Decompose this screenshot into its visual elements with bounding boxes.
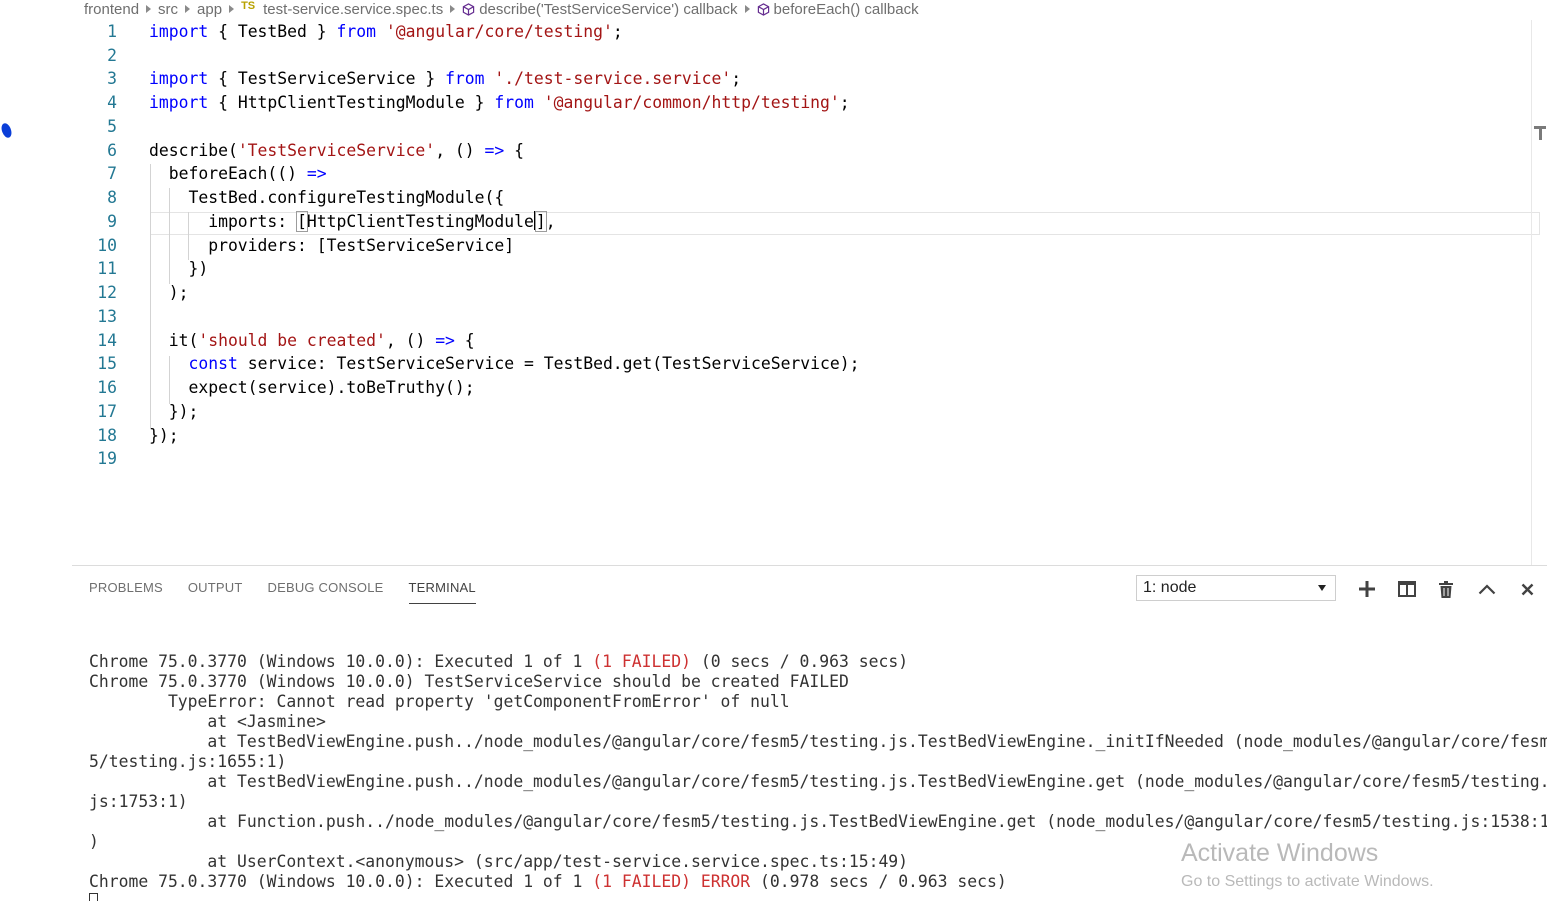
line-number: 3 xyxy=(107,69,117,88)
breadcrumb-item-describe[interactable]: describe('TestServiceService') callback xyxy=(462,0,738,18)
kill-terminal-button[interactable] xyxy=(1435,578,1457,600)
line-number: 13 xyxy=(97,307,117,326)
terminal-line: at Function.push../node_modules/@angular… xyxy=(89,812,1547,831)
maximize-panel-button[interactable] xyxy=(1476,578,1498,600)
terminal-line: at TestBedViewEngine.push../node_modules… xyxy=(89,772,1547,791)
code-line-10: 10 providers: [TestServiceService] xyxy=(72,234,1532,258)
line-number: 5 xyxy=(107,117,117,136)
code-line-9: 9 imports: [HttpClientTestingModule], xyxy=(72,210,1532,234)
trash-icon xyxy=(1439,580,1453,598)
chevron-right-icon xyxy=(744,5,750,13)
code-line-4: 4 import { HttpClientTestingModule } from… xyxy=(72,91,1532,115)
chevron-right-icon xyxy=(229,5,235,13)
method-cube-icon xyxy=(757,2,769,16)
line-number: 2 xyxy=(107,46,117,65)
line-number: 17 xyxy=(97,402,117,421)
code-line-12: 12 ); xyxy=(72,281,1532,305)
line-number: 18 xyxy=(97,426,117,445)
line-number: 12 xyxy=(97,283,117,302)
split-terminal-button[interactable] xyxy=(1396,578,1418,600)
code-line-2: 2 xyxy=(72,44,1532,68)
terminal-line: Chrome 75.0.3770 (Windows 10.0.0): Execu… xyxy=(89,652,909,671)
panel-tabs: PROBLEMS OUTPUT DEBUG CONSOLE TERMINAL xyxy=(89,578,476,604)
line-number: 4 xyxy=(107,93,117,112)
line-number: 8 xyxy=(107,188,117,207)
bracket-match: [ xyxy=(296,211,308,232)
chevron-right-icon xyxy=(185,5,191,13)
terminal-prompt-line xyxy=(89,892,1529,901)
overview-ruler[interactable] xyxy=(1531,20,1547,565)
tab-output[interactable]: OUTPUT xyxy=(188,578,243,604)
terminal-line: at <Jasmine> xyxy=(89,712,326,731)
split-icon xyxy=(1398,581,1416,597)
close-icon xyxy=(1521,583,1533,595)
code-line-11: 11 }) xyxy=(72,257,1532,281)
line-number: 10 xyxy=(97,236,117,255)
terminal-line: at TestBedViewEngine.push../node_modules… xyxy=(89,732,1547,751)
tab-problems[interactable]: PROBLEMS xyxy=(89,578,163,604)
breadcrumb-symbol-label: beforeEach() callback xyxy=(773,0,919,18)
breadcrumb-item-beforeeach[interactable]: beforeEach() callback xyxy=(757,1,919,18)
breadcrumb-symbol-label: describe('TestServiceService') callback xyxy=(479,0,738,18)
terminal-select-value: 1: node xyxy=(1143,579,1197,596)
code-line-17: 17 }); xyxy=(72,400,1532,424)
line-number: 15 xyxy=(97,354,117,373)
code-editor[interactable]: 1 import { TestBed } from '@angular/core/… xyxy=(72,20,1540,565)
chevron-right-icon xyxy=(450,5,456,13)
line-number: 14 xyxy=(97,331,117,350)
method-cube-icon xyxy=(462,2,475,16)
watermark-title: Activate Windows xyxy=(1181,839,1379,867)
terminal-line: 5/testing.js:1655:1) xyxy=(89,752,287,771)
chevron-up-icon xyxy=(1478,584,1496,595)
terminal-line: TypeError: Cannot read property 'getComp… xyxy=(89,692,790,711)
code-line-5: 5 xyxy=(72,115,1532,139)
line-number: 9 xyxy=(107,212,117,231)
code-line-15: 15 const service: TestServiceService = T… xyxy=(72,352,1532,376)
watermark-subtitle: Go to Settings to activate Windows. xyxy=(1181,873,1434,890)
line-number: 6 xyxy=(107,141,117,160)
code-line-3: 3 import { TestServiceService } from './t… xyxy=(72,67,1532,91)
code-line-18: 18}); xyxy=(72,424,1532,448)
code-line-16: 16 expect(service).toBeTruthy(); xyxy=(72,376,1532,400)
breadcrumb: frontend src app TS test-service.service… xyxy=(84,0,919,18)
breadcrumb-item-app[interactable]: app xyxy=(197,1,222,18)
chevron-right-icon xyxy=(146,5,152,13)
line-number: 7 xyxy=(107,164,117,183)
breadcrumb-item-src[interactable]: src xyxy=(158,1,178,18)
line-number: 16 xyxy=(97,378,117,397)
code-line-8: 8 TestBed.configureTestingModule({ xyxy=(72,186,1532,210)
terminal-line: js:1753:1) xyxy=(89,792,188,811)
tab-debug-console[interactable]: DEBUG CONSOLE xyxy=(268,578,384,604)
code-line-1: 1 import { TestBed } from '@angular/core/… xyxy=(72,20,1532,44)
terminal-select[interactable]: 1: node xyxy=(1136,575,1336,601)
breadcrumb-item-frontend[interactable]: frontend xyxy=(84,1,139,18)
bracket-match: ] xyxy=(534,211,547,232)
typescript-file-icon: TS xyxy=(241,0,256,12)
panel-divider[interactable] xyxy=(72,565,1547,566)
code-line-7: 7 beforeEach(() => xyxy=(72,162,1532,186)
new-terminal-button[interactable] xyxy=(1356,578,1378,600)
breadcrumb-item-file[interactable]: TS test-service.service.spec.ts xyxy=(241,0,444,18)
ruler-cursor-marker xyxy=(1539,126,1542,140)
gutter-marker xyxy=(0,121,14,140)
close-panel-button[interactable] xyxy=(1516,578,1538,600)
code-line-6: 6 describe('TestServiceService', () => { xyxy=(72,139,1532,163)
line-number: 19 xyxy=(97,449,117,468)
tab-terminal[interactable]: TERMINAL xyxy=(408,578,476,604)
code-line-14: 14 it('should be created', () => { xyxy=(72,329,1532,353)
dropdown-arrow-icon xyxy=(1318,585,1326,591)
line-number: 11 xyxy=(97,259,117,278)
terminal-cursor xyxy=(89,893,98,901)
line-number: 1 xyxy=(107,22,117,41)
code-line-13: 13 xyxy=(72,305,1532,329)
breadcrumb-file-label: test-service.service.spec.ts xyxy=(263,0,444,18)
activation-watermark: Activate Windows Go to Settings to activ… xyxy=(1181,838,1434,892)
plus-icon xyxy=(1359,581,1375,597)
terminal-line: Chrome 75.0.3770 (Windows 10.0.0) TestSe… xyxy=(89,672,849,691)
code-line-19: 19 xyxy=(72,447,1532,471)
